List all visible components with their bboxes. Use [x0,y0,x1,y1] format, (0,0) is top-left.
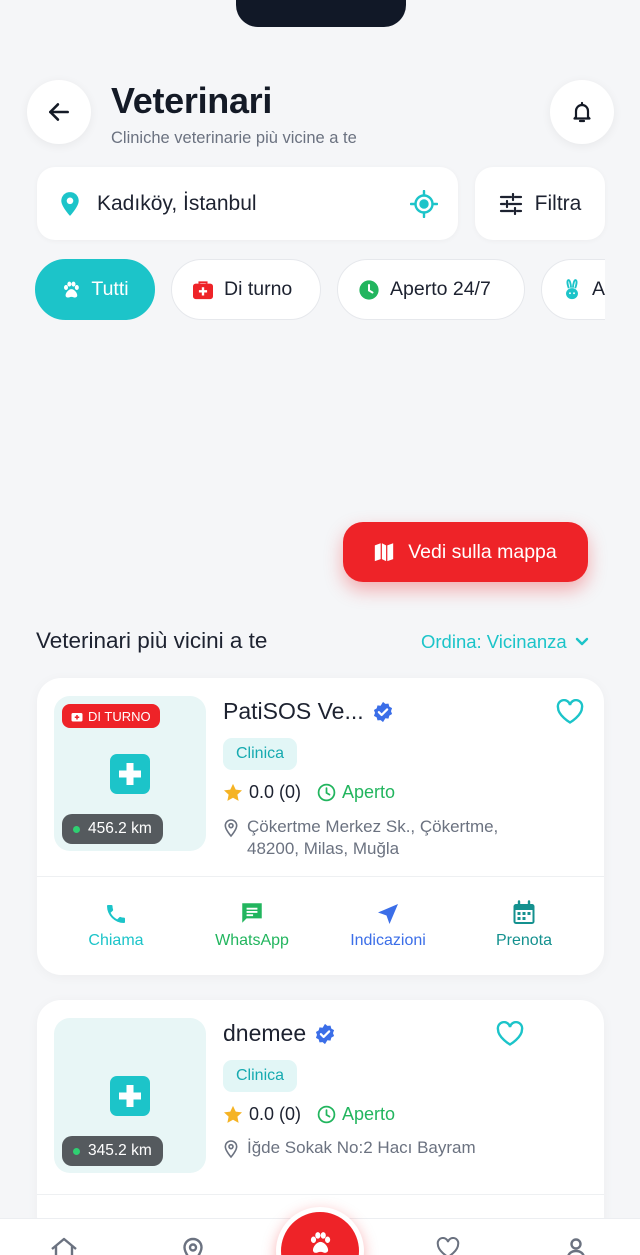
chevron-down-icon [575,637,588,646]
phone-icon [107,905,125,923]
on-duty-badge: DI TURNO [62,704,160,728]
sliders-icon [499,192,522,215]
page-title: Veterinari [111,80,273,121]
location-value: Kadıköy, İstanbul [97,191,257,215]
chip-label: Aperto 24/7 [390,278,491,300]
clinic-card[interactable]: 345.2 km dnemee Clinica 0.0 (0) Aperto İ… [37,1000,604,1240]
sort-dropdown[interactable]: Ordina: Vicinanza [421,631,589,653]
device-notch [236,0,406,27]
clinic-image: 345.2 km [54,1018,206,1173]
map-button-label: Vedi sulla mappa [408,540,557,563]
bell-icon [573,101,591,123]
clinic-name: PatiSOS Ve... [223,698,394,725]
open-status: Aperto [317,1104,395,1125]
map-pin-icon[interactable] [181,1237,205,1255]
filter-button[interactable]: Filtra [475,167,605,240]
heart-icon[interactable] [496,1021,524,1047]
chip-label: Di turno [224,278,293,300]
clinic-address: Çökertme Merkez Sk., Çökertme, 48200, Mi… [223,816,563,860]
sort-label: Ordina: Vicinanza [421,631,567,652]
profile-icon[interactable] [566,1237,586,1255]
heart-icon[interactable] [433,1237,463,1255]
first-aid-icon [71,712,83,721]
clock-icon [359,279,379,300]
star-icon [223,1105,243,1123]
message-icon [242,903,262,923]
location-input[interactable]: Kadıköy, İstanbul [37,167,458,240]
navigation-arrow-icon [378,904,398,924]
medical-cross-icon [110,1076,150,1116]
paw-icon [310,1232,331,1253]
medical-cross-icon [110,754,150,794]
verified-badge-icon [373,701,392,722]
clinic-card[interactable]: DI TURNO 456.2 km PatiSOS Ve... Clinica … [37,678,604,975]
heart-icon[interactable] [556,699,584,725]
chip-all[interactable]: Tutti [35,259,155,320]
map-pin-outline-icon [224,1140,238,1159]
clinic-name: dnemee [223,1020,336,1047]
open-status: Aperto [317,782,395,803]
category-chips: Tutti Di turno Aperto 24/7 A [35,259,605,321]
distance-badge: 345.2 km [62,1136,163,1166]
page-subtitle: Cliniche veterinarie più vicine a te [111,129,357,147]
clock-icon [317,1105,336,1124]
verified-badge-icon [316,1023,335,1044]
card-divider [37,1194,604,1195]
list-title: Veterinari più vicini a te [36,628,268,653]
locate-me-icon[interactable] [410,189,438,218]
clock-icon [317,783,336,802]
paw-icon [64,281,80,298]
calendar-icon [513,900,535,924]
clinic-type-tag: Clinica [223,738,298,770]
clinic-image: DI TURNO 456.2 km [54,696,206,851]
call-button[interactable]: Chiama [56,898,176,950]
chip-label: A [592,278,605,300]
map-pin-icon [61,191,79,216]
notifications-button[interactable] [550,80,614,144]
back-button[interactable] [27,80,91,144]
chip-exotic[interactable]: A [541,259,605,320]
map-pin-outline-icon [224,819,238,838]
whatsapp-button[interactable]: WhatsApp [192,898,312,950]
directions-button[interactable]: Indicazioni [328,898,448,950]
bottom-navigation [0,1207,640,1255]
rabbit-icon [566,278,578,299]
view-on-map-button[interactable]: Vedi sulla mappa [343,522,588,582]
chip-on-duty[interactable]: Di turno [171,259,321,320]
chip-open-24-7[interactable]: Aperto 24/7 [337,259,525,320]
first-aid-icon [193,280,213,299]
clinic-address: İğde Sokak No:2 Hacı Bayram [223,1137,563,1159]
arrow-left-icon [49,103,69,121]
rating-row: 0.0 (0) Aperto [223,1104,395,1125]
distance-badge: 456.2 km [62,814,163,844]
book-button[interactable]: Prenota [464,898,584,950]
filter-label: Filtra [534,191,582,215]
map-icon [375,543,394,562]
rating-row: 0.0 (0) Aperto [223,782,395,803]
clinic-type-tag: Clinica [223,1060,298,1092]
home-icon[interactable] [50,1237,78,1255]
star-icon [223,783,243,801]
card-divider [37,876,604,877]
chip-label: Tutti [91,278,129,300]
